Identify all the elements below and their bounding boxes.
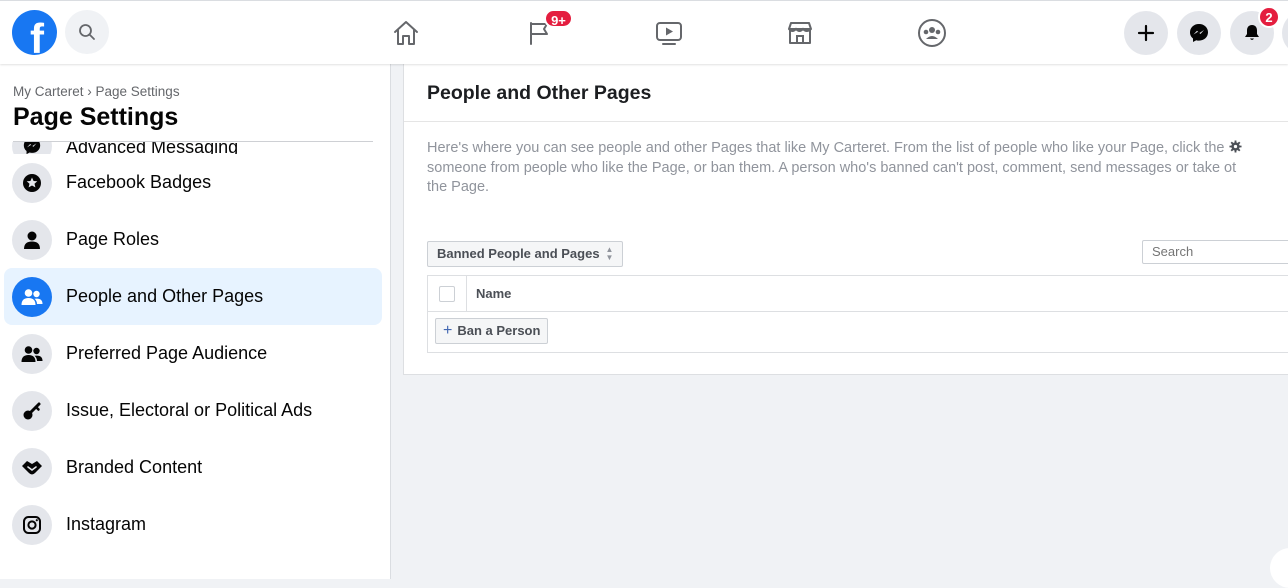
filter-selected-value: Banned People and Pages [437, 246, 600, 261]
sidebar-item-instagram[interactable]: Instagram [4, 496, 382, 553]
search-icon [79, 24, 95, 40]
sidebar-item-label: Facebook Badges [66, 172, 212, 192]
settings-sidebar: Advanced Messaging Facebook Badges Page … [0, 64, 391, 579]
filter-dropdown[interactable]: Banned People and Pages ▲ ▼ [427, 241, 624, 267]
breadcrumb[interactable]: My Carteret › Page Settings [13, 84, 180, 99]
search-button[interactable] [65, 10, 109, 54]
sidebar-item-facebook-badges[interactable]: Facebook Badges [4, 154, 382, 211]
facebook-logo[interactable]: f [12, 10, 57, 55]
plus-icon: + [443, 322, 453, 339]
banned-table: Name + Ban a Person [427, 275, 1288, 353]
floating-corner-button[interactable] [1270, 548, 1288, 588]
sidebar-header: My Carteret › Page Settings Page Setting… [0, 64, 389, 142]
sidebar-item-label: Instagram [66, 514, 147, 534]
home-nav-button[interactable] [386, 13, 426, 53]
groups-nav-button[interactable] [912, 13, 952, 53]
sidebar-item-label: Branded Content [66, 457, 203, 477]
instagram-icon [12, 504, 52, 545]
sidebar-item-political-ads[interactable]: Issue, Electoral or Political Ads [4, 382, 382, 439]
home-icon [394, 21, 418, 45]
watch-nav-button[interactable] [649, 13, 689, 53]
description-line: Here's where you can see people and othe… [427, 140, 1225, 156]
person-icon [12, 219, 52, 260]
sidebar-item-preferred-page-audience[interactable]: Preferred Page Audience [4, 325, 382, 382]
select-all-checkbox[interactable] [439, 286, 455, 302]
sidebar-item-branded-content[interactable]: Branded Content [4, 439, 382, 496]
marketplace-nav-button[interactable] [780, 13, 820, 53]
column-header-name[interactable]: Name [476, 286, 511, 301]
sidebar-item-label: Issue, Electoral or Political Ads [66, 400, 313, 420]
video-icon [656, 22, 682, 45]
handshake-icon [12, 447, 52, 488]
messenger-icon [1190, 24, 1208, 42]
gear-icon [1228, 140, 1242, 153]
section-description: Here's where you can see people and othe… [427, 139, 1288, 198]
description-line: someone from people who like the Page, o… [427, 159, 1237, 176]
plus-icon [1137, 24, 1155, 42]
groups-icon [918, 19, 946, 47]
sidebar-item-page-roles[interactable]: Page Roles [4, 211, 382, 268]
ban-a-person-button[interactable]: + Ban a Person [435, 318, 549, 344]
section-title: People and Other Pages [427, 82, 652, 104]
settings-list: Advanced Messaging Facebook Badges Page … [4, 120, 382, 553]
table-header: Name [428, 276, 1288, 312]
pages-notification-badge: 9+ [544, 9, 573, 28]
top-navigation-bar: f 9+ 2 [0, 0, 1288, 64]
description-line: the Page. [427, 179, 490, 195]
people-icon [12, 276, 52, 317]
page-title: Page Settings [13, 103, 179, 131]
section-divider [404, 121, 1288, 122]
sort-arrows-icon: ▲ ▼ [605, 245, 614, 262]
people-and-other-pages-panel: People and Other Pages Here's where you … [403, 64, 1288, 375]
bell-icon [1245, 25, 1259, 40]
logo-letter: f [30, 15, 44, 56]
audience-icon [12, 333, 52, 374]
ban-button-label: Ban a Person [457, 323, 541, 338]
sidebar-item-label: People and Other Pages [66, 286, 264, 306]
sidebar-item-label: Page Roles [66, 229, 160, 249]
sidebar-item-label: Preferred Page Audience [66, 343, 268, 363]
sidebar-item-people-and-other-pages[interactable]: People and Other Pages [4, 268, 382, 325]
sidebar-divider [13, 141, 373, 142]
key-icon [12, 390, 52, 431]
account-button[interactable] [1282, 11, 1288, 55]
search-input[interactable] [1142, 240, 1288, 264]
messenger-button[interactable] [1177, 11, 1221, 55]
select-all-cell [428, 276, 467, 311]
create-button[interactable] [1124, 11, 1168, 55]
notifications-badge: 2 [1258, 6, 1280, 28]
store-icon [788, 22, 812, 44]
badge-star-icon [12, 162, 52, 203]
